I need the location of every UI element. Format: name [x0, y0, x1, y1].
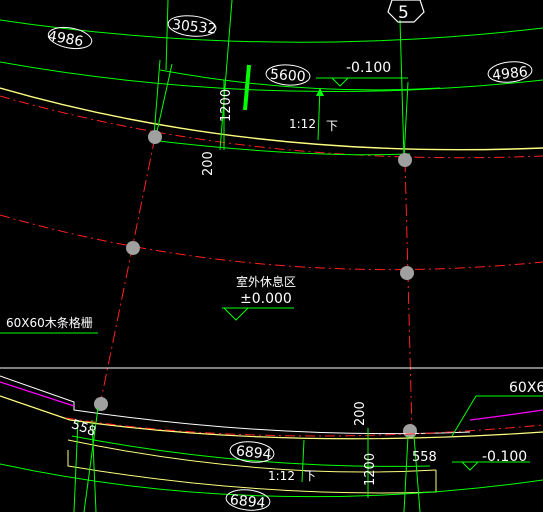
red-axis-arc-top: [0, 95, 543, 159]
grid-bubble-label: 5: [398, 3, 409, 23]
level-triangle-bottom: [460, 461, 480, 471]
cad-drawing-canvas[interactable]: 4986 30532 5600 4986 -0.100 5 1200 200 1…: [0, 0, 543, 512]
dim-text-200-top: 200: [201, 151, 216, 176]
red-axis-arc-bottom: [65, 417, 543, 437]
leader-line-e: [399, 19, 405, 159]
slope-text-top: 1:12: [289, 117, 316, 131]
grille-label-right: 60X6: [509, 380, 543, 396]
magenta-grille-right: [469, 409, 543, 421]
column-bottom-left: [94, 397, 108, 411]
column-top-right: [398, 153, 412, 167]
yellow-edge-top: [0, 87, 543, 151]
magenta-grille-left: [0, 381, 75, 407]
leader-bottom-5: [413, 435, 421, 512]
dim-tick-thick: [243, 64, 251, 111]
column-bottom-right: [403, 424, 417, 438]
level-text-top: -0.100: [346, 60, 391, 76]
level-triangle-area: [222, 307, 250, 321]
drawing-svg: 4986 30532 5600 4986 -0.100 5 1200 200 1…: [0, 0, 543, 512]
dim-text-200-bottom: 200: [353, 401, 368, 426]
dim-text-1200-bottom: 1200: [363, 453, 378, 486]
level-triangle-top: [330, 77, 350, 87]
level-text-bottom: -0.100: [482, 449, 527, 465]
dim-text-558-right: 558: [412, 450, 437, 465]
leader-bottom-4: [403, 435, 409, 512]
red-radial-axis-right: [404, 159, 413, 433]
column-top-left: [148, 130, 162, 144]
area-name: 室外休息区: [236, 274, 296, 289]
slope-arrow-text-bottom: 下: [304, 469, 316, 483]
slope-arrow-text-top: 下: [326, 119, 338, 133]
red-radial-axis-left: [99, 136, 156, 406]
leader-line-a: [165, 0, 169, 71]
grille-label-left: 60X60木条格栅: [6, 315, 93, 330]
column-middle-left: [126, 241, 140, 255]
column-middle-right: [400, 266, 414, 280]
level-text-area: ±0.000: [240, 291, 292, 307]
leader-line-f: [403, 81, 409, 159]
red-axis-arc-middle: [0, 214, 543, 271]
slope-text-bottom: 1:12: [268, 469, 295, 483]
dim-text-1200-top: 1200: [219, 89, 234, 122]
leader-line-d: [219, 0, 233, 151]
